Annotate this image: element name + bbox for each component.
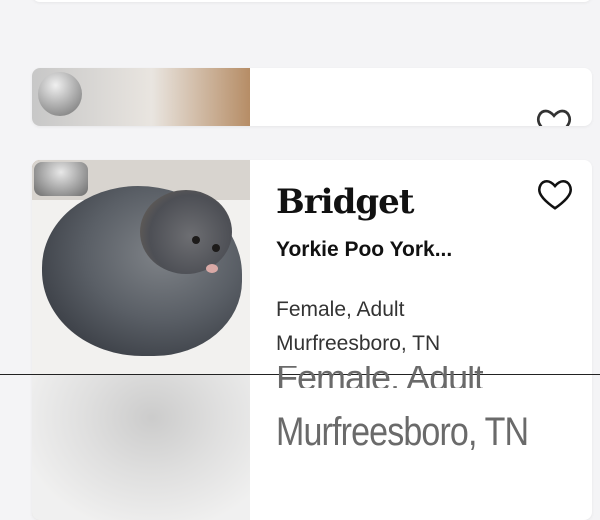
- photo-zoom-reflection: [32, 374, 250, 520]
- pet-card-previous[interactable]: [32, 0, 592, 2]
- pet-card-partial[interactable]: [32, 68, 592, 126]
- pet-photo-partial: [32, 68, 250, 126]
- pet-sex-age: Female, Adult: [276, 298, 405, 321]
- food-bowl: [38, 72, 82, 116]
- heart-outline-icon: [538, 179, 572, 210]
- pet-breed: Yorkie Poo York...: [276, 238, 453, 261]
- heart-icon[interactable]: [536, 106, 572, 126]
- dog-eye: [192, 236, 200, 244]
- pet-card-bridget[interactable]: Bridget Yorkie Poo York... Female, Adult…: [32, 160, 592, 520]
- zoomed-sex-age: Female, Adult: [276, 366, 484, 388]
- dog-eye: [212, 244, 220, 252]
- pet-location: Murfreesboro, TN: [276, 332, 441, 355]
- pet-photo[interactable]: [32, 160, 250, 520]
- dog-nose: [206, 264, 218, 273]
- pet-name[interactable]: Bridget: [276, 182, 414, 222]
- favorite-button[interactable]: [535, 174, 575, 214]
- zoomed-location: Murfreesboro, TN: [276, 410, 529, 454]
- food-bowl: [34, 162, 88, 196]
- pet-name-partial: [276, 116, 356, 126]
- dog-head: [140, 190, 232, 274]
